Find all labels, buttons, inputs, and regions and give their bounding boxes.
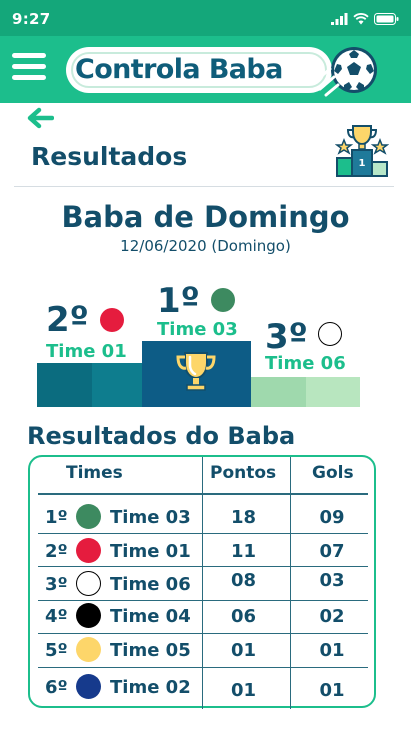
team-color-dot [76,637,101,662]
row-goals: 01 [319,640,345,661]
second-place-team: Time 01 [46,341,127,362]
row-points: 11 [230,541,257,562]
wifi-icon [353,13,369,25]
table-row: 3º Time 06 08 03 [30,570,374,600]
row-team: Time 05 [110,640,191,661]
second-place-number: 2º [46,300,89,340]
row-goals: 03 [319,570,345,591]
second-place-block-right [92,363,142,407]
team-color-dot [76,571,101,596]
table-row: 2º Time 01 11 07 [30,537,374,567]
second-place-team-color [100,308,124,332]
status-time: 9:27 [12,10,51,28]
third-place-number: 3º [265,317,308,357]
results-section-title: Resultados do Baba [27,422,296,450]
battery-icon [374,13,399,25]
table-row: 6º Time 02 01 01 [30,673,374,703]
first-place-number: 1º [157,281,200,321]
third-place-team: Time 06 [265,353,346,374]
row-position: 2º [45,541,68,562]
row-position: 1º [45,507,68,528]
header-points: Pontos [210,463,277,483]
header-goals: Gols [312,463,354,483]
team-color-dot [76,603,101,628]
first-place-team: Time 03 [157,319,238,340]
second-place-block [37,363,92,407]
row-team: Time 04 [110,606,191,627]
row-position: 3º [45,574,68,595]
first-place-team-color [211,288,235,312]
hamburger-icon [12,53,46,58]
third-place-team-color [318,322,342,346]
row-goals: 02 [319,606,345,627]
third-place-block [251,377,306,407]
row-team: Time 06 [110,574,191,595]
row-points: 08 [230,570,257,591]
logo-text: Controla Baba [75,54,283,85]
signal-icon [331,13,348,25]
row-team: Time 03 [110,507,191,528]
row-points: 18 [230,507,257,528]
svg-text:1: 1 [359,158,366,169]
menu-button[interactable] [12,53,46,83]
row-team: Time 02 [110,677,191,698]
row-points: 06 [230,606,257,627]
results-table: Times Pontos Gols 1º Time 03 18 09 2º Ti… [28,455,376,709]
row-goals: 01 [319,680,345,701]
arrow-left-icon[interactable] [26,107,54,129]
divider [14,186,394,187]
status-icons [331,13,399,25]
trophy-icon [176,352,216,391]
row-goals: 07 [319,541,345,562]
row-points: 01 [230,680,257,701]
row-position: 4º [45,606,68,627]
app-logo: Controla Baba [66,45,380,97]
team-color-dot [76,538,101,563]
row-position: 5º [45,640,68,661]
team-color-dot [76,504,101,529]
table-row: 1º Time 03 18 09 [30,503,374,533]
event-title: Baba de Domingo [61,200,350,234]
soccer-ball-icon [316,47,377,97]
row-team: Time 01 [110,541,191,562]
header-teams: Times [66,463,123,483]
page-title: Resultados [31,142,188,171]
status-bar: 9:27 [0,0,411,36]
app-bar: Controla Baba [0,36,411,103]
event-date: 12/06/2020 (Domingo) [120,237,291,255]
table-row: 4º Time 04 06 02 [30,602,374,632]
table-row: 5º Time 05 01 01 [30,636,374,666]
team-color-dot [76,674,101,699]
podium-trophy-icon: 1 [335,125,389,177]
row-position: 6º [45,677,68,698]
row-goals: 09 [319,507,345,528]
third-place-block-right [306,377,360,407]
row-points: 01 [230,640,257,661]
